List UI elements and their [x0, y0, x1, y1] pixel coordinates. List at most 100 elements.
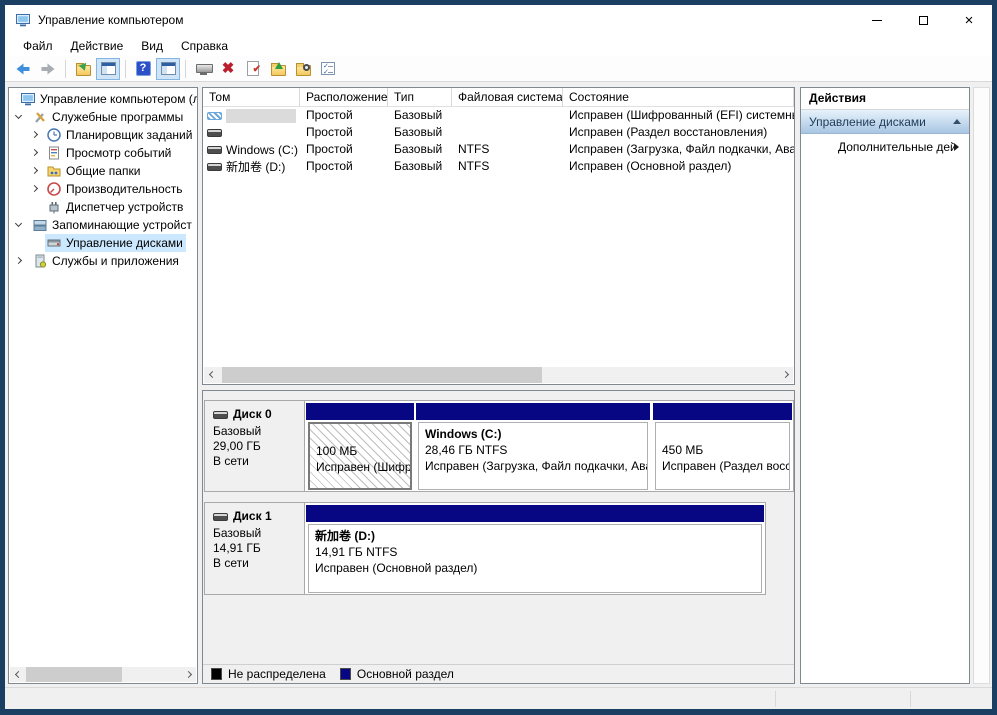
chevron-right-icon[interactable] — [31, 131, 38, 138]
tree-item-event-viewer[interactable]: Просмотр событий — [9, 144, 197, 162]
table-row[interactable]: 新加卷 (D:) Простой Базовый NTFS Исправен (… — [203, 158, 794, 175]
chevron-down-icon[interactable] — [15, 112, 22, 119]
chevron-down-icon[interactable] — [15, 220, 22, 227]
minimize-button[interactable] — [854, 5, 900, 35]
tree-item-device-manager[interactable]: Диспетчер устройств — [9, 198, 197, 216]
tree-horizontal-scrollbar[interactable] — [10, 667, 196, 682]
partition-status: Исправен (Раздел восс — [662, 458, 789, 474]
folder-up-button[interactable] — [266, 58, 290, 80]
help-icon: ? — [136, 61, 151, 76]
status-bar — [5, 687, 992, 709]
partition-d[interactable]: 新加卷 (D:) 14,91 ГБ NTFS Исправен (Основно… — [308, 524, 762, 593]
disk0-label[interactable]: Диск 0 Базовый 29,00 ГБ В сети — [205, 401, 305, 491]
partition-color-bar — [653, 403, 792, 420]
title-bar: Управление компьютером × — [5, 5, 992, 35]
scroll-right-arrow-icon[interactable] — [777, 367, 793, 382]
show-console-tree-button[interactable] — [96, 58, 120, 80]
legend-primary-label: Основной раздел — [357, 667, 454, 681]
work-area: Управление компьютером (л Служебные прог… — [5, 82, 992, 687]
chevron-right-icon[interactable] — [31, 149, 38, 156]
chevron-right-icon[interactable] — [31, 185, 38, 192]
show-action-pane-button[interactable] — [156, 58, 180, 80]
partition-windows-c[interactable]: Windows (C:) 28,46 ГБ NTFS Исправен (Заг… — [418, 422, 648, 490]
tree-item-disk-management[interactable]: Управление дисками — [9, 234, 197, 252]
tree-item-performance[interactable]: Производительность — [9, 180, 197, 198]
table-row[interactable]: Простой Базовый Исправен (Раздел восстан… — [203, 124, 794, 141]
device-manager-icon — [46, 199, 62, 215]
menu-bar: Файл Действие Вид Справка — [5, 35, 992, 56]
back-button[interactable] — [11, 58, 35, 80]
menu-view[interactable]: Вид — [132, 37, 172, 55]
close-button[interactable]: × — [946, 5, 992, 35]
forward-button[interactable] — [36, 58, 60, 80]
legend-bar: Не распределена Основной раздел — [203, 664, 794, 683]
tree-item-label: Просмотр событий — [66, 146, 171, 160]
column-header-filesystem[interactable]: Файловая система — [452, 88, 563, 107]
actions-more-actions[interactable]: Дополнительные дей... — [801, 134, 969, 160]
maximize-button[interactable] — [900, 5, 946, 35]
partition-name: 新加卷 (D:) — [315, 528, 761, 544]
tree-item-label: Планировщик заданий — [66, 128, 192, 142]
partition-name: Windows (C:) — [425, 426, 647, 442]
table-row[interactable]: Windows (C:) Простой Базовый NTFS Исправ… — [203, 141, 794, 158]
forward-icon — [40, 61, 56, 77]
partition-status: Исправен (Шифр — [316, 459, 410, 475]
volume-list-horizontal-scrollbar[interactable] — [204, 367, 793, 383]
column-header-type[interactable]: Тип — [388, 88, 452, 107]
disk1-label[interactable]: Диск 1 Базовый 14,91 ГБ В сети — [205, 503, 305, 594]
tree-item-shared-folders[interactable]: Общие папки — [9, 162, 197, 180]
chevron-right-icon[interactable] — [31, 167, 38, 174]
tree-item-label: Служебные программы — [52, 110, 183, 124]
column-header-status[interactable]: Состояние — [563, 88, 794, 107]
delete-button[interactable]: ✖ — [216, 58, 240, 80]
scrollbar-thumb[interactable] — [26, 667, 122, 682]
menu-help[interactable]: Справка — [172, 37, 237, 55]
tree-item-computer-management[interactable]: Управление компьютером (л — [9, 90, 197, 108]
show-console-tree-icon — [101, 62, 116, 75]
scroll-right-arrow-icon[interactable] — [180, 667, 196, 682]
folder-up-icon — [271, 65, 286, 76]
device-view-button[interactable] — [191, 58, 215, 80]
cell-status: Исправен (Загрузка, Файл подкачки, Ава — [563, 141, 794, 158]
cell-type: Базовый — [388, 107, 452, 124]
partition-recovery[interactable]: 450 МБ Исправен (Раздел восс — [655, 422, 790, 490]
menu-file[interactable]: Файл — [14, 37, 62, 55]
cell-type: Базовый — [388, 158, 452, 175]
export-list-button[interactable] — [71, 58, 95, 80]
actions-group-disk-management[interactable]: Управление дисками — [801, 110, 969, 134]
device-icon — [196, 63, 211, 75]
storage-icon — [32, 217, 48, 233]
tree-item-services-applications[interactable]: Службы и приложения — [9, 252, 197, 270]
partition-efi[interactable]: 100 МБ Исправен (Шифр — [308, 422, 412, 490]
folder-export-icon — [76, 65, 91, 76]
folder-search-icon — [296, 65, 311, 76]
cell-filesystem — [452, 107, 563, 124]
collapse-up-icon[interactable] — [953, 119, 961, 124]
tree-item-storage[interactable]: Запоминающие устройст — [9, 216, 197, 234]
back-icon — [15, 61, 31, 77]
properties-button[interactable]: ✔ — [241, 58, 265, 80]
toolbar-separator — [65, 60, 66, 78]
selected-volume-placeholder — [226, 109, 296, 123]
scroll-left-arrow-icon[interactable] — [10, 667, 26, 682]
checklist-button[interactable]: ✓✓ — [316, 58, 340, 80]
cell-filesystem: NTFS — [452, 158, 563, 175]
tools-icon — [32, 109, 48, 125]
checklist-icon: ✓✓ — [321, 62, 335, 75]
column-header-layout[interactable]: Расположение — [300, 88, 388, 107]
folder-search-button[interactable] — [291, 58, 315, 80]
window-title: Управление компьютером — [38, 13, 183, 27]
scrollbar-thumb[interactable] — [222, 367, 542, 383]
column-header-volume[interactable]: Том — [203, 88, 300, 107]
tree-item-task-scheduler[interactable]: Планировщик заданий — [9, 126, 197, 144]
disk-type: Базовый — [213, 424, 304, 439]
chevron-right-icon[interactable] — [15, 257, 22, 264]
help-button[interactable]: ? — [131, 58, 155, 80]
partition-status: Исправен (Загрузка, Файл подкачки, Ава — [425, 458, 647, 474]
scroll-left-arrow-icon[interactable] — [204, 367, 220, 382]
cell-volume: 新加卷 (D:) — [226, 159, 285, 175]
table-row[interactable]: Простой Базовый Исправен (Шифрованный (E… — [203, 107, 794, 124]
volume-icon — [207, 163, 222, 171]
tree-item-system-tools[interactable]: Служебные программы — [9, 108, 197, 126]
menu-action[interactable]: Действие — [62, 37, 133, 55]
